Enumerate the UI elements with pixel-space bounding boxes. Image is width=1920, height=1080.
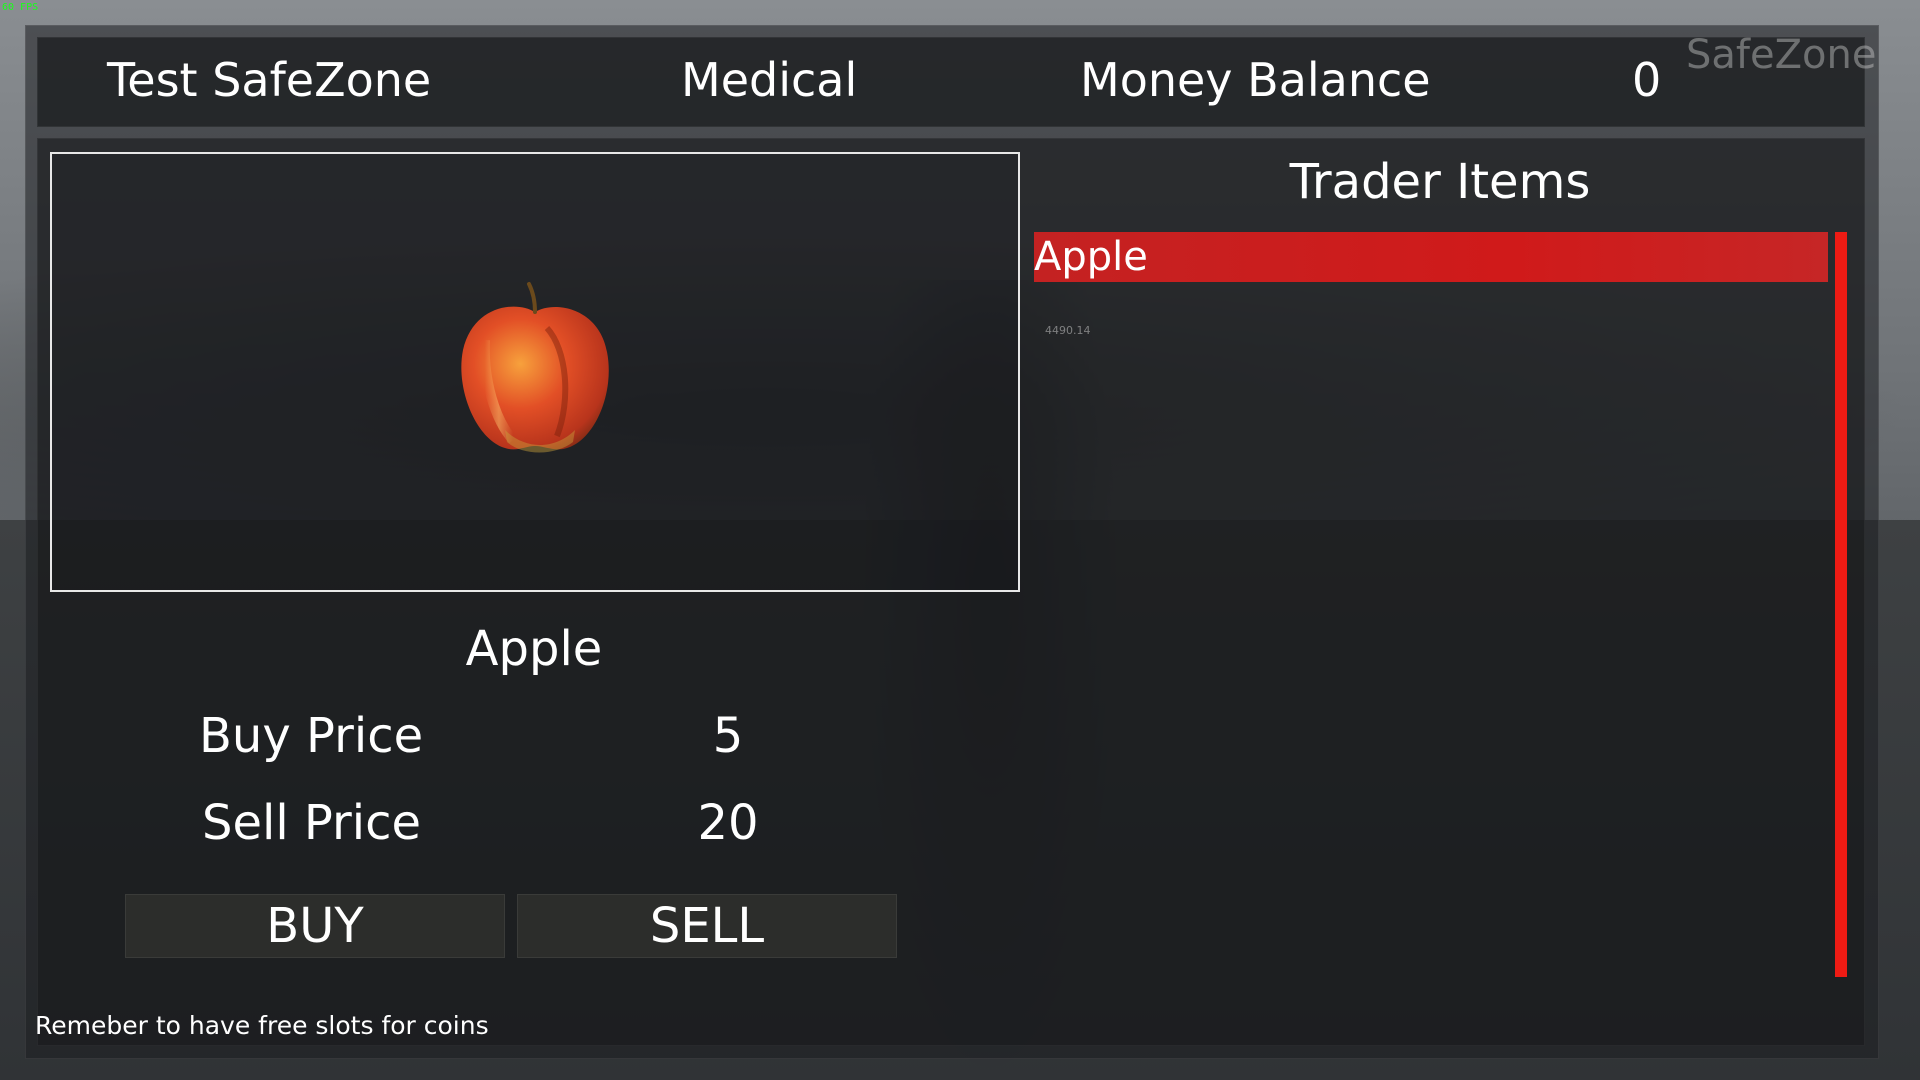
selected-item-name: Apple	[465, 621, 603, 677]
free-slots-hint: Remeber to have free slots for coins	[35, 1011, 489, 1040]
buy-button[interactable]: BUY	[125, 894, 505, 958]
trader-category: Medical	[681, 53, 858, 107]
money-balance-value: 0	[1632, 53, 1662, 107]
buy-price-label: Buy Price	[199, 708, 424, 764]
list-item[interactable]: Apple	[1034, 232, 1828, 282]
zone-name: Test SafeZone	[107, 53, 432, 107]
safezone-watermark: SafeZone	[1686, 32, 1877, 78]
list-meta-text: 4490.14	[1045, 324, 1091, 337]
sell-price-label: Sell Price	[202, 795, 422, 851]
fps-counter: 60 FPS	[2, 2, 39, 13]
apple-icon	[455, 280, 615, 455]
trader-items-title: Trader Items	[1289, 154, 1591, 210]
sell-button[interactable]: SELL	[517, 894, 897, 958]
buy-price-value: 5	[712, 708, 744, 764]
sell-price-value: 20	[697, 795, 759, 851]
money-balance-label: Money Balance	[1080, 53, 1431, 107]
trader-items-scrollbar[interactable]	[1835, 232, 1847, 977]
trader-items-list: Apple	[1034, 232, 1828, 977]
